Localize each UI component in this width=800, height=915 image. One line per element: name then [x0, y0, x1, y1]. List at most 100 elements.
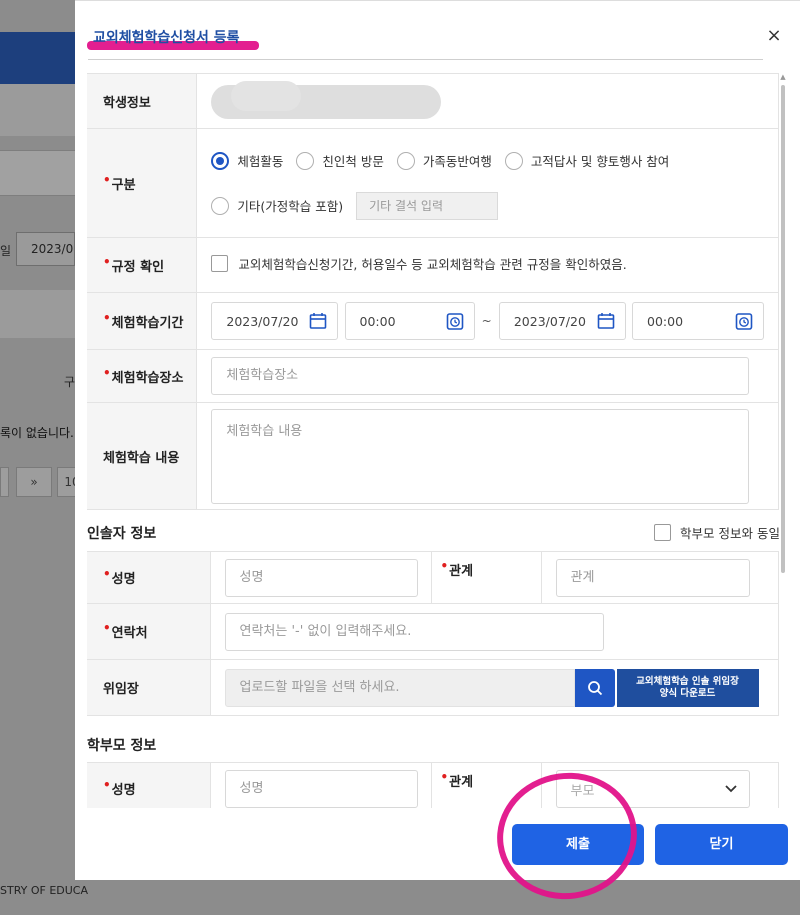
- scroll-up-icon[interactable]: ▲: [779, 73, 787, 81]
- guardian-relation-input[interactable]: 관계: [555, 559, 750, 597]
- radio-icon: [396, 151, 415, 170]
- row-parent-name: •성명 성명 •관계 부모: [87, 762, 779, 808]
- start-time-input[interactable]: 00:00: [344, 302, 475, 340]
- submit-button[interactable]: 제출: [512, 824, 644, 865]
- guardian-name-label: 성명: [111, 572, 136, 587]
- background-header-bar: [0, 32, 75, 84]
- search-icon: [587, 680, 602, 695]
- guardian-relation-label: •관계: [440, 559, 474, 579]
- row-type: •구분 체험활동 친인척 방문 가족동반여행 고적답사 및 향토행사 참여 기타…: [87, 128, 779, 238]
- range-separator: ~: [481, 313, 492, 328]
- row-rule-confirm: •규정 확인 교외체험학습신청기간, 허용일수 등 교외체험학습 관련 규정을 …: [87, 237, 779, 293]
- row-content: 체험학습 내용 체험학습 내용: [87, 402, 779, 510]
- place-input[interactable]: 체험학습장소: [211, 357, 750, 395]
- guardian-section-title: 인솔자 정보: [87, 526, 157, 542]
- radio-label: 가족동반여행: [422, 154, 492, 169]
- rule-confirm-checkbox[interactable]: 교외체험학습신청기간, 허용일수 등 교외체험학습 관련 규정을 확인하였음.: [211, 254, 627, 273]
- background-tab-bar: [0, 150, 75, 196]
- same-as-parent-label: 학부모 정보와 동일: [680, 526, 779, 541]
- required-mark: •: [103, 778, 111, 792]
- checkbox-icon[interactable]: [654, 524, 671, 541]
- background-band: [0, 84, 75, 136]
- row-delegation: 위임장 업로드할 파일을 선택 하세요. 교외체험학습 인솔 위임장 양식 다운로드: [87, 659, 779, 716]
- radio-family-trip[interactable]: 가족동반여행: [396, 151, 492, 170]
- scrollbar[interactable]: ▲: [779, 73, 787, 808]
- end-time-input[interactable]: 00:00: [632, 302, 764, 340]
- radio-icon: [211, 196, 230, 215]
- calendar-icon[interactable]: [597, 312, 615, 330]
- same-as-parent-checkbox[interactable]: 학부모 정보와 동일: [654, 523, 779, 542]
- start-date-value: 2023/07/20: [226, 313, 299, 329]
- row-guardian-contact: •연락처 연락처는 '-' 없이 입력해주세요.: [87, 603, 779, 660]
- scrollbar-thumb[interactable]: [781, 85, 785, 573]
- end-date-value: 2023/07/20: [513, 313, 586, 329]
- content-textarea[interactable]: 체험학습 내용: [211, 408, 750, 504]
- end-time-value: 00:00: [647, 313, 684, 329]
- required-mark: •: [103, 172, 111, 187]
- radio-heritage-tour[interactable]: 고적답사 및 향토행사 참여: [504, 151, 670, 170]
- calendar-icon[interactable]: [309, 312, 327, 330]
- clock-icon[interactable]: [735, 312, 753, 330]
- cell-divider: [540, 552, 542, 604]
- required-mark: •: [103, 621, 111, 635]
- radio-label: 고적답사 및 향토행사 참여: [530, 154, 670, 169]
- content-label: 체험학습 내용: [103, 450, 180, 466]
- form-scroll-area[interactable]: 학생정보 •구분 체험활동 친인척 방문 가족동반여행 고적답사 및 향토행사 …: [87, 73, 779, 808]
- radio-label: 기타(가정학습 포함): [237, 199, 344, 214]
- guardian-contact-input[interactable]: 연락처는 '-' 없이 입력해주세요.: [224, 612, 604, 651]
- delegation-file-input[interactable]: 업로드할 파일을 선택 하세요.: [224, 668, 575, 707]
- required-mark: •: [103, 567, 111, 581]
- guardian-name-input[interactable]: 성명: [224, 558, 418, 597]
- parent-section-title: 학부모 정보: [87, 738, 157, 754]
- period-label: 체험학습기간: [111, 315, 184, 331]
- close-button[interactable]: 닫기: [655, 824, 788, 865]
- start-date-input[interactable]: 2023/07/20: [211, 302, 339, 340]
- parent-relation-select[interactable]: 부모: [555, 770, 750, 808]
- application-form-table: 학생정보 •구분 체험활동 친인척 방문 가족동반여행 고적답사 및 향토행사 …: [87, 73, 779, 510]
- cell-divider: [430, 763, 432, 808]
- student-info-blurred: [211, 81, 442, 121]
- background-table-header: [0, 290, 75, 338]
- radio-activity[interactable]: 체험활동: [211, 151, 283, 170]
- other-reason-input[interactable]: 기타 결석 입력: [356, 191, 499, 220]
- end-date-input[interactable]: 2023/07/20: [498, 302, 626, 340]
- close-icon[interactable]: ×: [763, 25, 785, 47]
- guardian-form-table: •성명 성명 •관계 관계 •연락처 연락처는 '-' 없이 입력해주세요. 위…: [87, 551, 779, 716]
- radio-other[interactable]: 기타(가정학습 포함): [211, 196, 343, 215]
- background-date-input[interactable]: 2023/07: [16, 232, 75, 266]
- file-search-button[interactable]: [574, 668, 615, 707]
- parent-name-label: 성명: [111, 783, 136, 798]
- background-next-page-button[interactable]: »: [16, 467, 52, 497]
- modal-title: 교외체험학습신청서 등록: [93, 30, 240, 46]
- radio-selected-icon: [211, 151, 230, 170]
- row-place: •체험학습장소 체험학습장소: [87, 349, 779, 403]
- parent-name-input[interactable]: 성명: [224, 769, 418, 808]
- chevron-down-icon: [724, 785, 737, 793]
- background-date-label: 일: [0, 244, 12, 258]
- background-page-button[interactable]: [0, 467, 9, 497]
- background-footer: [0, 880, 800, 915]
- delegation-form-download-button[interactable]: 교외체험학습 인솔 위임장 양식 다운로드: [616, 668, 759, 707]
- cell-divider: [540, 763, 542, 808]
- background-empty-message: 록이 없습니다.: [0, 426, 74, 440]
- parent-relation-label: •관계: [440, 770, 474, 790]
- row-period: •체험학습기간 2023/07/20 00:00 ~ 2023/07/20 00…: [87, 292, 779, 350]
- background-footer-text: STRY OF EDUCA: [0, 884, 89, 897]
- rule-confirm-text: 교외체험학습신청기간, 허용일수 등 교외체험학습 관련 규정을 확인하였음.: [238, 257, 627, 272]
- guardian-contact-label: 연락처: [111, 626, 148, 641]
- required-mark: •: [103, 310, 111, 325]
- title-divider: [88, 59, 763, 60]
- radio-relative-visit[interactable]: 친인척 방문: [296, 151, 384, 170]
- parent-relation-value: 부모: [570, 783, 595, 799]
- radio-icon: [504, 151, 523, 170]
- type-label: 구분: [111, 177, 136, 193]
- place-label: 체험학습장소: [111, 370, 184, 386]
- background-pagination: » 10: [0, 467, 87, 497]
- delegation-label: 위임장: [103, 682, 139, 697]
- student-label: 학생정보: [103, 95, 151, 111]
- clock-icon[interactable]: [446, 312, 464, 330]
- checkbox-icon[interactable]: [211, 255, 229, 272]
- radio-label: 체험활동: [237, 154, 284, 169]
- required-mark: •: [103, 254, 111, 269]
- required-mark: •: [103, 365, 111, 380]
